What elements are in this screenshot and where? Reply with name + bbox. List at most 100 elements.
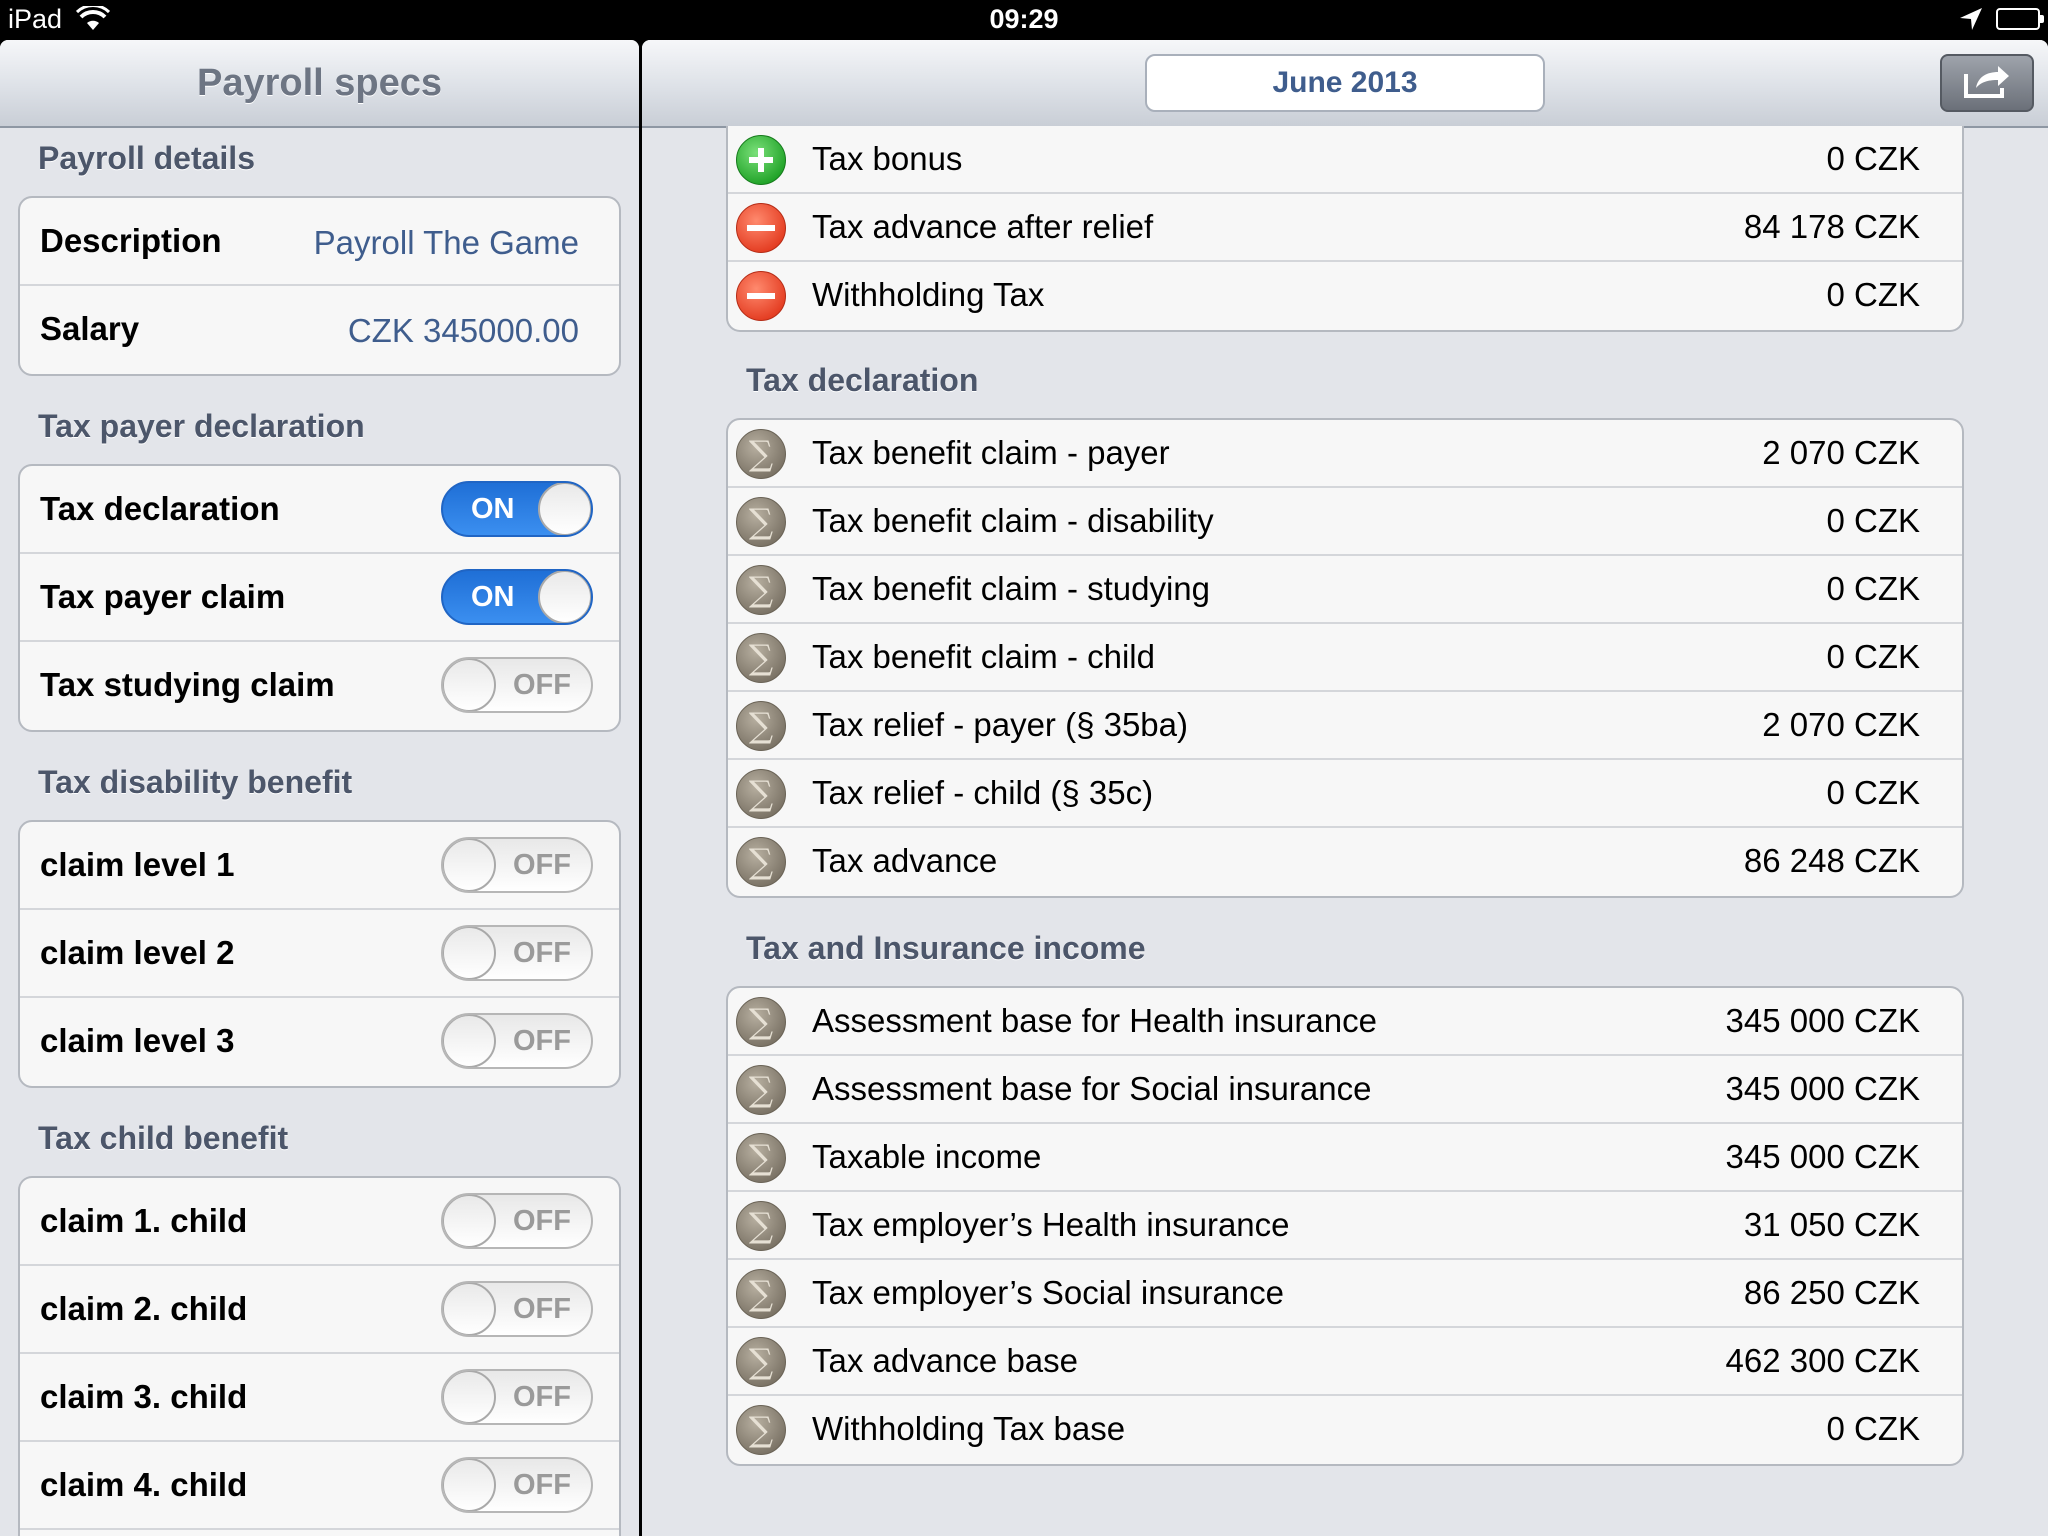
table-row[interactable]: ∑ Tax advance 86 248 CZK <box>728 828 1962 896</box>
table-row[interactable]: ∑ Assessment base for Social insurance 345… <box>728 1056 1962 1124</box>
row-label: Tax relief - payer (§ 35ba) <box>812 706 1189 743</box>
tax-studying-claim-label: Tax studying claim <box>40 666 335 703</box>
tax-declaration-toggle[interactable]: ON <box>441 481 593 537</box>
table-row[interactable]: ∑ Assessment base for Health insurance 345… <box>728 988 1962 1056</box>
claim-child-2-toggle[interactable]: OFF <box>441 1281 593 1337</box>
month-selector-button[interactable]: June 2013 <box>1145 54 1545 112</box>
claim-level-3-toggle[interactable]: OFF <box>441 1013 593 1069</box>
withholding-tax-row[interactable]: Withholding Tax 0 CZK <box>728 262 1962 330</box>
table-row[interactable]: ∑ Taxable income 345 000 CZK <box>728 1124 1962 1192</box>
row-label: Withholding Tax base <box>812 1410 1126 1447</box>
claim-child-3-toggle[interactable]: OFF <box>441 1369 593 1425</box>
sum-icon: ∑ <box>736 1337 786 1387</box>
claim-child-3-row: claim 3. child OFF <box>20 1354 619 1442</box>
toggle-state: OFF <box>513 1469 571 1501</box>
section-header-tax-declaration: Tax declaration <box>746 362 979 398</box>
description-value: Payroll The Game <box>313 224 579 261</box>
row-label: Assessment base for Health insurance <box>812 1002 1377 1039</box>
row-label: Tax bonus <box>812 140 963 177</box>
row-amount: 0 CZK <box>1826 1410 1920 1447</box>
claim-level-2-label: claim level 2 <box>40 934 235 971</box>
tax-advance-after-relief-row[interactable]: Tax advance after relief 84 178 CZK <box>728 194 1962 262</box>
claim-child-1-row: claim 1. child OFF <box>20 1178 619 1266</box>
tax-bonus-row[interactable]: Tax bonus 0 CZK <box>728 126 1962 194</box>
section-header-payroll-details: Payroll details <box>38 140 255 176</box>
battery-icon <box>1996 8 2044 30</box>
payroll-details-group: Description Payroll The Game Salary CZK … <box>18 196 621 376</box>
table-row[interactable]: ∑ Tax benefit claim - payer 2 070 CZK <box>728 420 1962 488</box>
row-label: Tax advance base <box>812 1342 1079 1379</box>
tax-studying-claim-row: Tax studying claim OFF <box>20 642 619 730</box>
claim-child-3-label: claim 3. child <box>40 1378 248 1415</box>
salary-row[interactable]: Salary CZK 345000.00 <box>20 286 619 374</box>
claim-level-1-toggle[interactable]: OFF <box>441 837 593 893</box>
location-arrow-icon <box>1958 6 1984 37</box>
claim-level-1-row: claim level 1 OFF <box>20 822 619 910</box>
toggle-state: OFF <box>513 1025 571 1057</box>
toggle-state: OFF <box>513 669 571 701</box>
toggle-knob <box>443 839 496 891</box>
claim-level-1-label: claim level 1 <box>40 846 235 883</box>
table-row[interactable]: ∑ Tax employer’s Social insurance 86 250 C… <box>728 1260 1962 1328</box>
claim-child-4-toggle[interactable]: OFF <box>441 1457 593 1513</box>
section-header-tax-payer: Tax payer declaration <box>38 408 365 444</box>
row-label: Taxable income <box>812 1138 1042 1175</box>
row-amount: 84 178 CZK <box>1743 208 1920 245</box>
sum-icon: ∑ <box>736 1201 786 1251</box>
table-row[interactable]: ∑ Tax relief - payer (§ 35ba) 2 070 CZK <box>728 692 1962 760</box>
row-label: Tax relief - child (§ 35c) <box>812 774 1154 811</box>
child-group: claim 1. child OFF claim 2. child OFF cl… <box>18 1176 621 1536</box>
share-button[interactable] <box>1940 54 2034 112</box>
tax-payer-claim-toggle[interactable]: ON <box>441 569 593 625</box>
disability-group: claim level 1 OFF claim level 2 OFF clai… <box>18 820 621 1088</box>
toggle-knob <box>443 659 496 711</box>
toggle-knob <box>443 1283 496 1335</box>
row-label: Tax advance <box>812 842 998 879</box>
row-label: Tax advance after relief <box>812 208 1154 245</box>
row-label: Tax benefit claim - payer <box>812 434 1170 471</box>
minus-icon <box>736 203 786 253</box>
row-amount: 0 CZK <box>1826 502 1920 539</box>
tax-declaration-group: ∑ Tax benefit claim - payer 2 070 CZK ∑ Tax… <box>726 418 1964 898</box>
sum-icon: ∑ <box>736 701 786 751</box>
section-header-tax-insurance: Tax and Insurance income <box>746 930 1146 966</box>
toggle-knob <box>538 483 591 535</box>
row-amount: 0 CZK <box>1826 276 1920 313</box>
row-amount: 86 248 CZK <box>1743 842 1920 879</box>
table-row[interactable]: ∑ Tax employer’s Health insurance 31 050 C… <box>728 1192 1962 1260</box>
status-bar: iPad 09:29 <box>0 0 2048 40</box>
row-amount: 345 000 CZK <box>1725 1070 1920 1107</box>
section-header-disability: Tax disability benefit <box>38 764 353 800</box>
sum-icon: ∑ <box>736 837 786 887</box>
description-row[interactable]: Description Payroll The Game <box>20 198 619 286</box>
row-label: Tax benefit claim - disability <box>812 502 1214 539</box>
row-amount: 462 300 CZK <box>1725 1342 1920 1379</box>
tax-studying-claim-toggle[interactable]: OFF <box>441 657 593 713</box>
sum-icon: ∑ <box>736 1269 786 1319</box>
claim-child-2-row: claim 2. child OFF <box>20 1266 619 1354</box>
row-amount: 345 000 CZK <box>1725 1138 1920 1175</box>
table-row[interactable]: ∑ Tax benefit claim - disability 0 CZK <box>728 488 1962 556</box>
clock: 09:29 <box>989 4 1059 34</box>
detail-pane: June 2013 Tax bonus 0 CZK Tax advance af… <box>642 40 2048 1536</box>
claim-level-3-row: claim level 3 OFF <box>20 998 619 1086</box>
salary-label: Salary <box>40 310 140 347</box>
toggle-state: OFF <box>513 937 571 969</box>
toggle-knob <box>443 1195 496 1247</box>
row-label: Tax benefit claim - child <box>812 638 1155 675</box>
table-row[interactable]: ∑ Tax benefit claim - studying 0 CZK <box>728 556 1962 624</box>
claim-child-1-toggle[interactable]: OFF <box>441 1193 593 1249</box>
table-row[interactable]: ∑ Tax relief - child (§ 35c) 0 CZK <box>728 760 1962 828</box>
table-row[interactable]: ∑ Tax advance base 462 300 CZK <box>728 1328 1962 1396</box>
sum-icon: ∑ <box>736 769 786 819</box>
salary-value: CZK 345000.00 <box>347 312 579 349</box>
toggle-knob <box>443 1015 496 1067</box>
sum-icon: ∑ <box>736 565 786 615</box>
row-amount: 31 050 CZK <box>1743 1206 1920 1243</box>
claim-level-2-toggle[interactable]: OFF <box>441 925 593 981</box>
master-navbar: Payroll specs <box>0 40 639 128</box>
table-row[interactable]: ∑ Withholding Tax base 0 CZK <box>728 1396 1962 1464</box>
sum-icon: ∑ <box>736 1133 786 1183</box>
row-label: Tax employer’s Health insurance <box>812 1206 1290 1243</box>
table-row[interactable]: ∑ Tax benefit claim - child 0 CZK <box>728 624 1962 692</box>
